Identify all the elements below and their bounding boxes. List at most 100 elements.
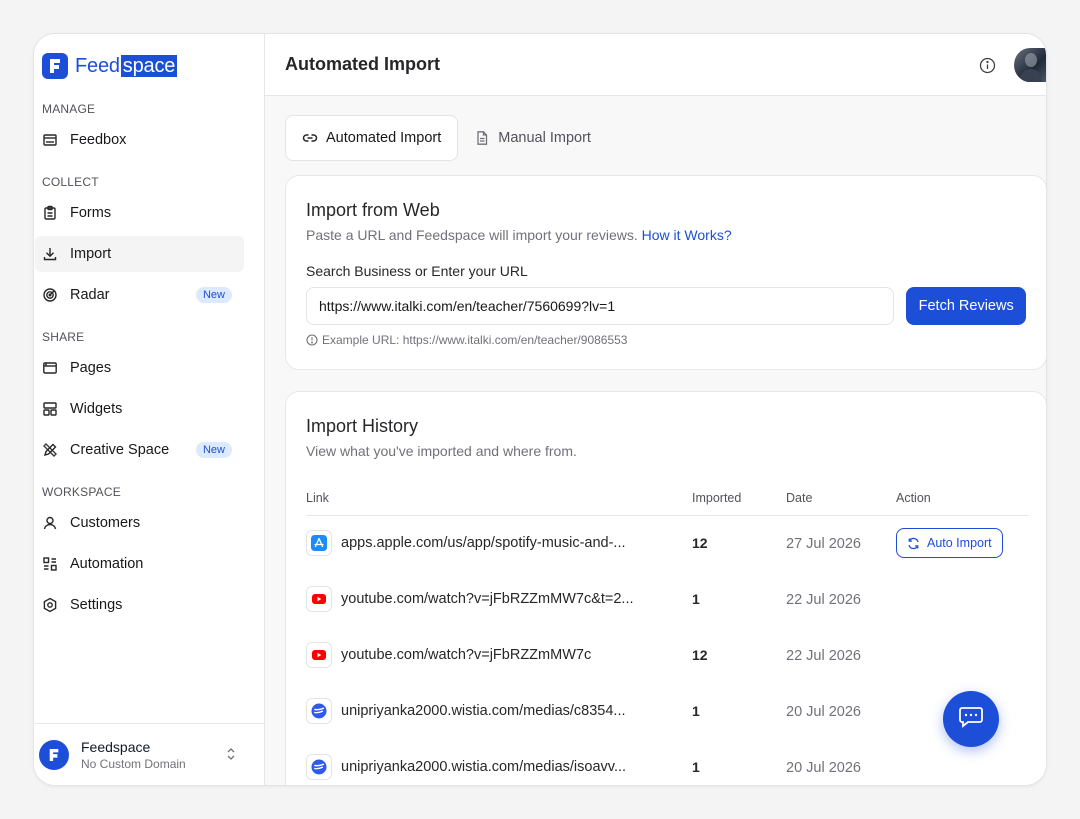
brand-logo[interactable]: Feed space (42, 53, 178, 79)
tab-label: Automated Import (326, 130, 442, 146)
imported-count: 1 (692, 591, 700, 607)
layout-icon (42, 401, 58, 417)
tab-automated-import[interactable]: Automated Import (285, 115, 459, 161)
imported-count: 12 (692, 535, 708, 552)
sidebar: Feed space MANAGE Feedbox COLLECT Forms I… (34, 34, 265, 785)
sidebar-item-customers[interactable]: Customers (35, 505, 244, 541)
pencil-ruler-icon (42, 442, 58, 458)
auto-import-button[interactable]: Auto Import (896, 528, 1003, 559)
import-date: 22 Jul 2026 (786, 591, 861, 608)
automation-icon (42, 556, 58, 572)
clipboard-icon (42, 205, 58, 221)
brand-name: Feed space (75, 54, 178, 77)
main-content: Automated Import Automated Import Manual… (265, 34, 1046, 785)
table-row: youtube.com/watch?v=jFbRZZmMW7c&t=2... 1… (306, 571, 1028, 627)
sidebar-item-feedbox[interactable]: Feedbox (35, 122, 244, 158)
radar-icon (42, 287, 58, 303)
table-row: apps.apple.com/us/app/spotify-music-and-… (306, 515, 1028, 571)
fetch-reviews-button[interactable]: Fetch Reviews (906, 287, 1026, 325)
import-from-web-card: Import from Web Paste a URL and Feedspac… (285, 175, 1046, 370)
link-icon (302, 130, 318, 146)
sidebar-item-import[interactable]: Import (35, 236, 244, 272)
settings-hex-icon (42, 597, 58, 613)
sidebar-item-automation[interactable]: Automation (35, 546, 244, 582)
table-header-row: Link Imported Date Action (306, 481, 1028, 516)
column-header-action: Action (896, 481, 1028, 516)
sidebar-item-label: Forms (70, 205, 112, 221)
import-link[interactable]: unipriyanka2000.wistia.com/medias/c8354.… (341, 703, 626, 719)
user-icon (42, 515, 58, 531)
youtube-icon (306, 642, 332, 668)
card-title: Import History (306, 416, 419, 436)
info-icon (306, 334, 318, 346)
import-link[interactable]: unipriyanka2000.wistia.com/medias/isoavv… (341, 759, 626, 775)
inbox-icon (42, 132, 58, 148)
workspace-avatar (39, 739, 69, 770)
chat-bubble-icon (958, 705, 984, 734)
sidebar-item-label: Customers (70, 515, 141, 531)
column-header-date: Date (786, 481, 896, 516)
imported-count: 12 (692, 647, 708, 663)
sidebar-item-label: Radar (70, 287, 110, 303)
sidebar-item-label: Settings (70, 597, 123, 613)
import-date: 20 Jul 2026 (786, 703, 861, 720)
page-title: Automated Import (285, 54, 440, 74)
table-row: youtube.com/watch?v=jFbRZZmMW7c 12 22 Ju… (306, 627, 1028, 683)
column-header-link: Link (306, 481, 692, 516)
card-subtitle: View what you've imported and where from… (306, 443, 577, 459)
url-field-label: Search Business or Enter your URL (306, 263, 528, 279)
sidebar-item-settings[interactable]: Settings (35, 587, 244, 623)
sidebar-item-label: Import (70, 246, 112, 262)
sidebar-item-widgets[interactable]: Widgets (35, 391, 244, 427)
tab-manual-import[interactable]: Manual Import (458, 115, 607, 161)
section-label-workspace: WORKSPACE (42, 485, 121, 499)
youtube-icon (306, 586, 332, 612)
table-row: unipriyanka2000.wistia.com/medias/c8354.… (306, 683, 1028, 739)
top-bar: Automated Import (265, 34, 1046, 96)
import-history-table: Link Imported Date Action apps.apple.com… (306, 481, 1028, 785)
sidebar-item-pages[interactable]: Pages (35, 350, 244, 386)
refresh-icon (907, 537, 920, 550)
sidebar-item-forms[interactable]: Forms (35, 195, 244, 231)
document-icon (474, 130, 490, 146)
section-label-manage: MANAGE (42, 102, 96, 116)
chevron-up-down-icon[interactable] (226, 747, 236, 766)
import-date: 20 Jul 2026 (786, 759, 861, 776)
app-window: Feed space MANAGE Feedbox COLLECT Forms I… (33, 33, 1047, 786)
workspace-name: Feedspace (81, 738, 151, 755)
imported-count: 1 (692, 759, 700, 775)
wistia-icon (306, 754, 332, 780)
new-badge: New (195, 287, 232, 303)
sidebar-item-radar[interactable]: Radar New (35, 277, 244, 313)
tab-label: Manual Import (498, 130, 591, 146)
wistia-icon (306, 698, 332, 724)
section-label-share: SHARE (42, 330, 85, 344)
chat-support-button[interactable] (943, 691, 999, 747)
import-date: 27 Jul 2026 (786, 535, 861, 552)
table-row: unipriyanka2000.wistia.com/medias/isoavv… (306, 739, 1028, 785)
example-url-hint: Example URL: https://www.italki.com/en/t… (306, 333, 1026, 347)
import-date: 22 Jul 2026 (786, 647, 861, 664)
import-link[interactable]: youtube.com/watch?v=jFbRZZmMW7c&t=2... (341, 591, 634, 607)
feedspace-logo-icon (42, 53, 68, 79)
column-header-imported: Imported (692, 481, 786, 516)
browser-icon (42, 360, 58, 376)
workspace-switcher[interactable]: Feedspace No Custom Domain (34, 723, 264, 785)
card-title: Import from Web (306, 200, 440, 220)
sidebar-item-label: Pages (70, 360, 112, 376)
user-avatar[interactable] (1014, 48, 1046, 82)
imported-count: 1 (692, 703, 700, 719)
new-badge: New (195, 442, 232, 458)
import-history-card: Import History View what you've imported… (285, 391, 1046, 785)
how-it-works-link[interactable]: How it Works? (642, 227, 732, 243)
card-subtitle: Paste a URL and Feedspace will import yo… (306, 227, 732, 243)
sidebar-item-label: Automation (70, 556, 144, 572)
sidebar-item-label: Feedbox (70, 132, 127, 148)
url-input[interactable] (306, 287, 895, 325)
import-link[interactable]: youtube.com/watch?v=jFbRZZmMW7c (341, 647, 591, 663)
section-label-collect: COLLECT (42, 175, 99, 189)
info-icon[interactable] (979, 57, 996, 79)
import-link[interactable]: apps.apple.com/us/app/spotify-music-and-… (341, 535, 626, 551)
sidebar-item-creative-space[interactable]: Creative Space New (35, 432, 244, 468)
app-store-icon (306, 530, 332, 557)
